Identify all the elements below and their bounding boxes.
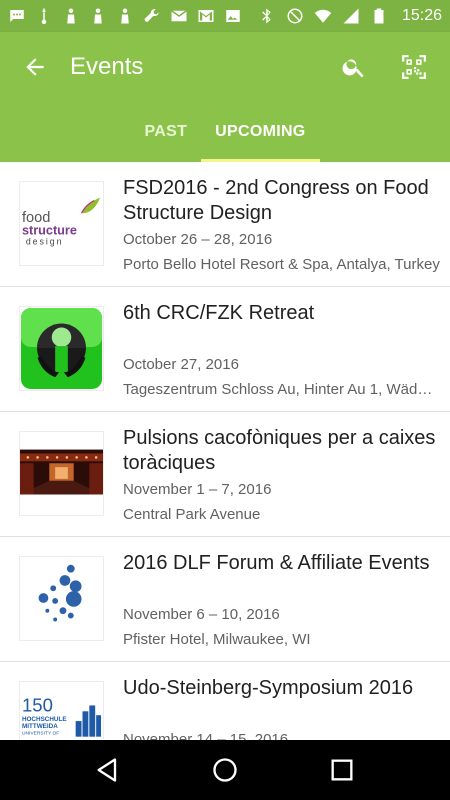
event-title: FSD2016 - 2nd Congress on Food Structure…: [123, 177, 429, 224]
event-item[interactable]: Pulsions cacofòniques per a caixes toràc…: [0, 412, 450, 537]
status-notifications: [8, 7, 242, 25]
event-thumbnail: food structure design: [19, 181, 104, 266]
tab-upcoming[interactable]: UPCOMING: [201, 102, 320, 162]
event-item[interactable]: 150 HOCHSCHULE MITTWEIDA UNIVERSITY OF U…: [0, 662, 450, 740]
logo-text-150: 150: [22, 694, 53, 715]
figure-icon: [62, 7, 80, 25]
event-item[interactable]: 2016 DLF Forum & Affiliate Events Novemb…: [0, 537, 450, 662]
wifi-icon: [314, 7, 332, 25]
message-icon: [8, 7, 26, 25]
page-title: Events: [70, 53, 144, 80]
wrench-icon: [143, 7, 161, 25]
event-date: November 1 – 7, 2016: [123, 481, 272, 498]
event-title: 6th CRC/FZK Retreat: [123, 302, 315, 324]
usb-icon: [35, 7, 53, 25]
logo-text-mittweida: MITTWEIDA: [22, 723, 58, 730]
gmail-icon: [197, 7, 215, 25]
image-icon: [224, 7, 242, 25]
app-bar: Events PAST UPCOMING: [0, 32, 450, 162]
event-thumbnail: [19, 431, 104, 516]
figure-icon: [116, 7, 134, 25]
nav-back-button[interactable]: [78, 740, 138, 800]
food-structure-design-logo: food structure design: [20, 182, 103, 265]
tab-bar: PAST UPCOMING: [0, 102, 450, 162]
logo-text-university: UNIVERSITY OF: [22, 731, 59, 737]
event-date: October 26 – 28, 2016: [123, 231, 273, 248]
status-clock: 15:26: [401, 7, 442, 24]
figure-icon: [89, 7, 107, 25]
event-title: Pulsions cacofòniques per a caixes toràc…: [123, 427, 436, 474]
event-title: Udo-Steinberg-Symposium 2016: [123, 677, 414, 699]
event-location: Pfister Hotel, Milwaukee, WI: [123, 631, 311, 648]
event-item[interactable]: food structure design FSD2016 - 2nd Cong…: [0, 162, 450, 287]
nav-recents-button[interactable]: [312, 740, 372, 800]
nav-home-button[interactable]: [195, 740, 255, 800]
dlf-dots-logo: [20, 557, 103, 640]
event-date: November 6 – 10, 2016: [123, 606, 280, 623]
event-date: October 27, 2016: [123, 356, 239, 373]
status-system: 15:26: [258, 7, 442, 25]
search-icon: [342, 59, 364, 78]
mail-icon: [170, 7, 188, 25]
event-location: Porto Bello Hotel Resort & Spa, Antalya,…: [123, 256, 440, 273]
event-location: Central Park Avenue: [123, 506, 261, 523]
qr-code-icon: [402, 55, 426, 79]
battery-icon: [370, 7, 388, 25]
theater-hall-photo: [20, 432, 103, 515]
do-not-disturb-icon: [286, 7, 304, 25]
event-location: Tageszentrum Schloss Au, Hinter Au 1, Wä…: [123, 381, 440, 398]
back-button[interactable]: [0, 32, 70, 102]
navigation-bar: [0, 740, 450, 800]
hochschule-mittweida-logo: 150 HOCHSCHULE MITTWEIDA UNIVERSITY OF: [20, 682, 103, 740]
arrow-back-icon: [26, 58, 44, 76]
event-date: November 14 – 15, 2016: [123, 731, 289, 740]
event-item[interactable]: 6th CRC/FZK Retreat October 27, 2016 Tag…: [0, 287, 450, 412]
tab-past[interactable]: PAST: [130, 102, 201, 162]
search-button[interactable]: [324, 32, 384, 102]
home-circle-icon: [213, 758, 237, 782]
toolbar: Events: [0, 32, 450, 102]
event-thumbnail: [19, 556, 104, 641]
event-thumbnail: [19, 306, 104, 391]
status-bar: 15:26: [0, 0, 450, 32]
qr-scan-button[interactable]: [384, 32, 444, 102]
events-list: food structure design FSD2016 - 2nd Cong…: [0, 162, 450, 740]
logo-text-design: design: [26, 236, 64, 246]
bluetooth-icon: [258, 7, 276, 25]
event-thumbnail: 150 HOCHSCHULE MITTWEIDA UNIVERSITY OF: [19, 681, 104, 740]
signal-icon: [342, 7, 360, 25]
back-triangle-icon: [97, 758, 117, 782]
recents-square-icon: [331, 759, 353, 781]
event-title: 2016 DLF Forum & Affiliate Events: [123, 552, 430, 574]
green-app-logo: [20, 307, 103, 390]
